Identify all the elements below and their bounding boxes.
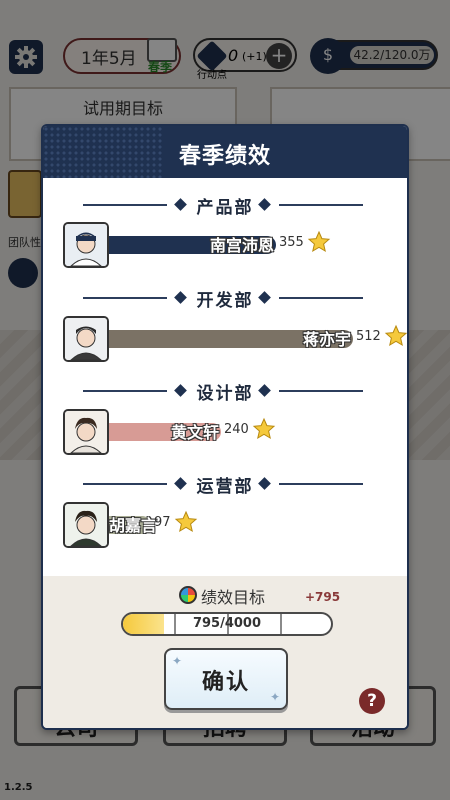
dept-header-design: 设计部 bbox=[43, 378, 407, 404]
dept-header-operations: 运营部 bbox=[43, 471, 407, 497]
employee-avatar bbox=[63, 502, 109, 548]
kpi-progress-text: 795/4000 bbox=[192, 616, 262, 631]
dept-header-product: 产品部 bbox=[43, 192, 407, 218]
divider-line bbox=[279, 483, 363, 485]
employee-score: 355 bbox=[279, 235, 304, 250]
dialog-footer: 绩效目标 +795 795/4000 ✦ ✦ 确认 ? bbox=[43, 576, 407, 728]
employee-score: 240 bbox=[224, 422, 249, 437]
divider-line bbox=[279, 390, 363, 392]
star-icon bbox=[174, 510, 197, 533]
kpi-increment: +795 bbox=[305, 590, 341, 604]
confirm-button[interactable]: ✦ ✦ 确认 bbox=[164, 648, 288, 710]
employee-score: 512 bbox=[356, 329, 381, 344]
kpi-progress-bar: 795/4000 bbox=[121, 612, 333, 636]
confirm-button-label: 确认 bbox=[201, 670, 250, 695]
employee-name: 黄文轩 bbox=[170, 423, 219, 442]
star-icon bbox=[384, 324, 407, 347]
employee-name: 南宫沛恩 bbox=[209, 236, 274, 255]
avatar-portrait-icon bbox=[65, 411, 107, 453]
star-icon bbox=[307, 230, 331, 253]
star-icon bbox=[252, 417, 276, 440]
kpi-label: 绩效目标 bbox=[201, 588, 266, 607]
employee-name: 胡嘉言 bbox=[109, 516, 158, 535]
employee-name: 蒋亦宇 bbox=[302, 330, 351, 349]
dept-header-dev: 开发部 bbox=[43, 285, 407, 311]
employee-row[interactable]: 蒋亦宇 512 bbox=[63, 316, 407, 364]
avatar-portrait-icon bbox=[65, 224, 107, 266]
avatar-portrait-icon bbox=[65, 504, 107, 546]
employee-avatar bbox=[63, 409, 109, 455]
dialog-title: 春季绩效 bbox=[178, 144, 271, 169]
divider-line bbox=[279, 204, 363, 206]
help-icon: ? bbox=[367, 691, 377, 711]
employee-row[interactable]: 黄文轩 240 bbox=[63, 409, 403, 457]
employee-score: 97 bbox=[154, 515, 171, 530]
avatar-portrait-icon bbox=[65, 318, 107, 360]
employee-row[interactable]: 南宫沛恩 355 bbox=[63, 222, 403, 270]
target-icon bbox=[179, 586, 197, 604]
help-button[interactable]: ? bbox=[359, 688, 385, 714]
divider-line bbox=[279, 297, 363, 299]
season-performance-dialog: 春季绩效 产品部 南宫沛恩 355 开发部 蒋亦宇 512 设计部 黄文轩 24… bbox=[41, 124, 409, 730]
employee-avatar bbox=[63, 222, 109, 268]
employee-avatar bbox=[63, 316, 109, 362]
dialog-header: 春季绩效 bbox=[43, 126, 407, 178]
employee-row[interactable]: 胡嘉言 97 bbox=[63, 502, 403, 550]
